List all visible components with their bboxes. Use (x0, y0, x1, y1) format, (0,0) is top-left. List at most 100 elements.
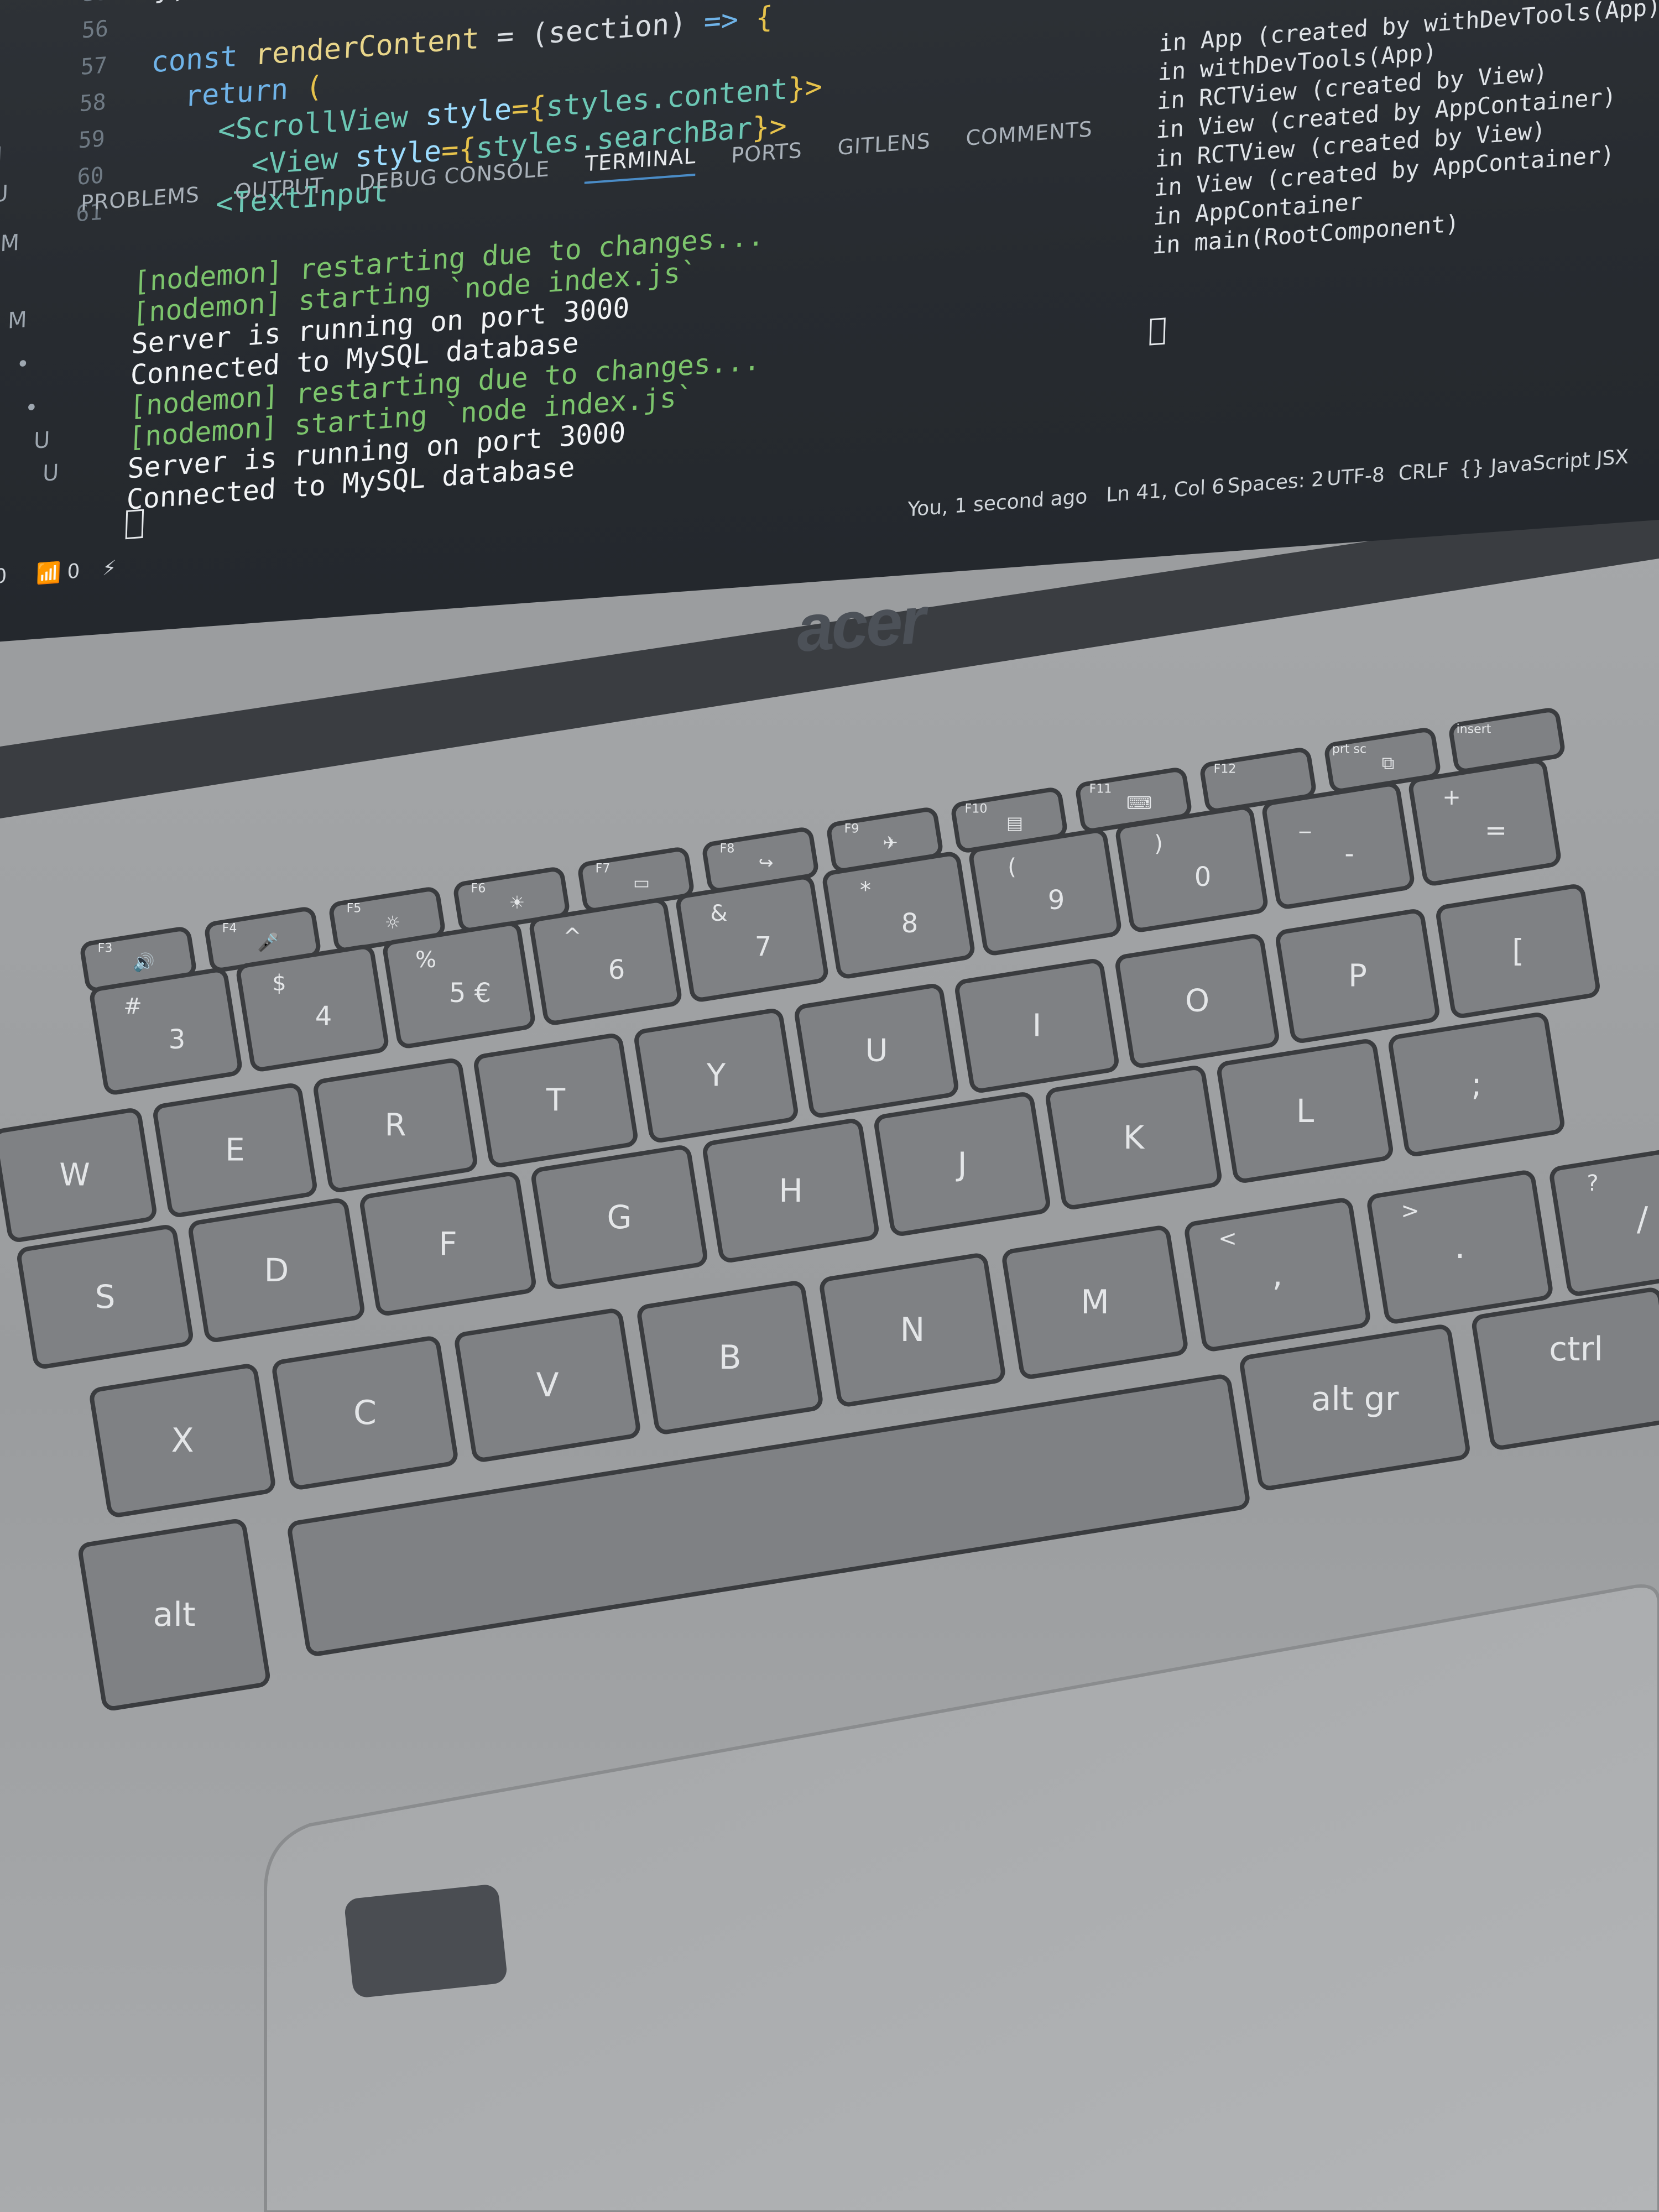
tab-gitlens[interactable]: GITLENS (837, 129, 931, 166)
key--[interactable] (1262, 782, 1415, 909)
key-ctrl[interactable] (1472, 1287, 1659, 1450)
key-label-f5: F5 (346, 901, 362, 916)
cursor-position[interactable]: Ln 41, Col 6 (1106, 475, 1225, 507)
scm-status-marker: • (24, 395, 39, 421)
key-label-alt: alt (153, 1595, 196, 1634)
key-shift-symbol: _ (1300, 808, 1311, 833)
scm-status-marker: U (0, 180, 9, 208)
key-label-f9: F9 (844, 822, 859, 836)
key-label-ctrl: ctrl (1549, 1330, 1603, 1369)
flash-icon[interactable]: ⚡ (102, 556, 117, 580)
key-label-;: ; (1471, 1066, 1482, 1103)
key-shift-symbol: ( (1008, 854, 1016, 880)
key-label-n: N (900, 1311, 925, 1349)
tab-ports[interactable]: PORTS (731, 138, 803, 174)
scm-status-marker: M (0, 229, 20, 257)
key-label-d: D (264, 1251, 289, 1289)
key-label-r: R (384, 1107, 406, 1144)
key-label-prt-sc: prt sc (1332, 742, 1367, 757)
line-number: 56 (81, 15, 109, 44)
code-token: = (section) (478, 5, 705, 56)
key-shift-symbol: $ (272, 971, 286, 996)
key-label-f7: F7 (595, 862, 611, 876)
key-label-f: F (439, 1225, 457, 1262)
line-number: 55 (32, 0, 109, 11)
key-3[interactable] (90, 968, 242, 1095)
line-number: 57 (80, 53, 108, 80)
key-label-t: T (546, 1082, 566, 1119)
key-label-j: J (957, 1145, 967, 1183)
code-token: const (150, 38, 255, 80)
indentation[interactable]: Spaces: 2 (1227, 468, 1324, 498)
scm-status-marker: • (15, 351, 30, 378)
key-8[interactable] (822, 852, 975, 979)
key-icon: ⌨ (1126, 792, 1152, 813)
key-label--: - (1344, 838, 1354, 869)
key-6[interactable] (529, 898, 682, 1025)
key-shift-symbol: & (710, 901, 728, 926)
scm-status-marker: U (33, 427, 50, 454)
key-9[interactable] (969, 828, 1121, 956)
camera-shutter-sensor (345, 1885, 507, 1997)
key-7[interactable] (676, 875, 828, 1002)
code-token: { (755, 0, 774, 35)
encoding[interactable]: UTF-8 (1327, 463, 1385, 491)
ports-count[interactable]: 📶 0 (36, 559, 80, 586)
key-label-7: 7 (754, 931, 772, 962)
acer-logo: acer (794, 583, 927, 666)
warnings-count[interactable]: ⚠ 0 (0, 565, 7, 590)
key-label-y: Y (706, 1057, 726, 1094)
tab-terminal[interactable]: TERMINAL (584, 143, 697, 184)
line-number: 59 (77, 126, 106, 154)
key-shift-symbol: * (860, 878, 871, 903)
scm-status-marker: U (42, 460, 60, 487)
key-label-c: C (353, 1394, 377, 1432)
key-label-f4: F4 (222, 921, 237, 936)
key-label-/: / (1636, 1200, 1648, 1239)
key-icon: 🔊 (133, 952, 155, 973)
code-token: ( (305, 70, 324, 105)
stack-cursor (1149, 317, 1166, 346)
code-token: }; (153, 0, 189, 6)
git-blame[interactable]: You, 1 second ago (907, 485, 1088, 521)
photo-scene: 55}; 56 57 const renderContent = (section) … (0, 0, 1659, 2212)
key-label-o: O (1185, 983, 1210, 1019)
code-token: => (703, 2, 757, 39)
key-label-l: L (1296, 1092, 1314, 1130)
tab-comments[interactable]: COMMENTS (966, 117, 1093, 156)
key-label-s: S (95, 1278, 116, 1316)
key-icon: ↪ (758, 852, 774, 873)
key-label-f11: F11 (1089, 782, 1112, 796)
key-shift-symbol: ) (1154, 831, 1163, 857)
key-label-u: U (865, 1032, 888, 1069)
key-icon: 🎤 (257, 932, 279, 953)
line-ending[interactable]: CRLF (1398, 459, 1449, 486)
key-label-4: 4 (315, 1001, 332, 1032)
key-label-f10: F10 (964, 802, 988, 816)
code-token: renderContent (254, 22, 480, 72)
key-icon: ▭ (633, 872, 650, 893)
key-shift-symbol: ^ (563, 924, 582, 950)
code-line: }; (153, 0, 189, 6)
key-label-[: [ (1512, 933, 1524, 969)
key-0[interactable] (1115, 805, 1268, 932)
key-label-v: V (536, 1366, 559, 1405)
key-label-f12: F12 (1213, 762, 1237, 776)
key-shift-symbol: + (1442, 785, 1461, 810)
key-label-h: H (779, 1172, 803, 1209)
key-label-alt-gr: alt gr (1311, 1380, 1399, 1418)
tab-debug-console[interactable]: DEBUG CONSOLE (358, 156, 550, 201)
key-shift-symbol: # (123, 994, 142, 1019)
key-label-k: K (1123, 1119, 1145, 1156)
key-label-e: E (225, 1132, 245, 1168)
key-label-x: X (171, 1421, 194, 1460)
language-mode[interactable]: {} JavaScript JSX (1459, 446, 1629, 481)
key-4[interactable] (236, 945, 389, 1072)
key-label-f6: F6 (471, 881, 486, 896)
key-label-5: 5 € (448, 978, 492, 1009)
key-icon: ☼ (384, 912, 401, 933)
key-shift-symbol: ? (1587, 1171, 1599, 1196)
code-token: ={ (511, 90, 547, 127)
key-shift-symbol: > (1401, 1198, 1420, 1224)
key-label-9: 9 (1047, 885, 1065, 916)
